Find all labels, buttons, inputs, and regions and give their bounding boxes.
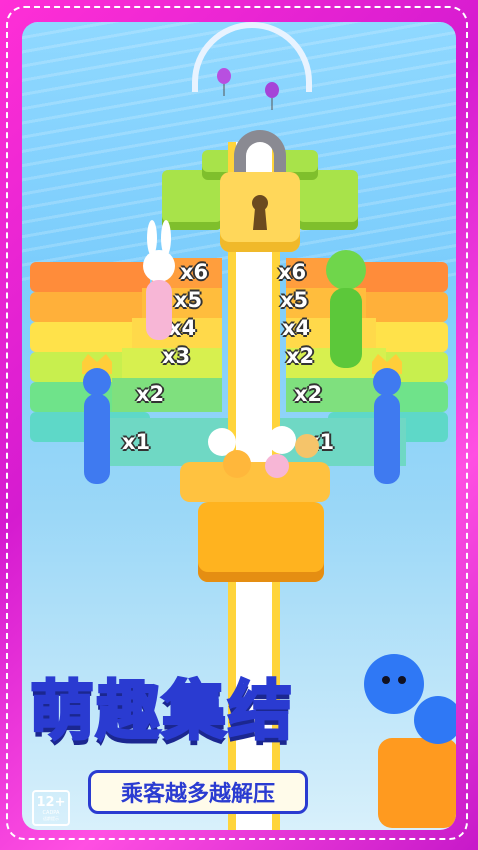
age-rating-label: 12+: [36, 794, 66, 810]
balloon-icon: [217, 68, 231, 96]
coaster-cart: [198, 502, 324, 582]
multiplier-label-right: x6: [278, 260, 307, 284]
promo-subtitle: 乘客越多越解压: [120, 782, 275, 807]
promo-subtitle-badge: 乘客越多越解压: [88, 770, 308, 814]
promo-title: 萌趣集结: [29, 674, 294, 751]
blue-character-left: [82, 354, 112, 484]
keyhole-icon: [252, 195, 268, 230]
stand-row: [30, 262, 150, 292]
multiplier-label-right: x5: [280, 288, 309, 312]
bunny-character: [143, 220, 175, 340]
promo-frame: x6 x5 x4 x3 x2 x1 x6 x5 x4 x2 x2 x1 萌趣集结…: [0, 0, 478, 850]
multiplier-label-right: x4: [282, 316, 311, 340]
passenger-group: [208, 422, 319, 478]
promo-title-area: 萌趣集结: [29, 660, 390, 760]
blue-character-right: [372, 354, 402, 484]
multiplier-label-right: x2: [286, 344, 315, 368]
balloon-icon: [265, 82, 279, 110]
age-rating-badge: 12+ CADPA 适龄提示: [32, 790, 70, 826]
multiplier-label-left: x1: [122, 430, 151, 454]
multiplier-label-left: x2: [136, 382, 165, 406]
multiplier-label-left: x6: [180, 260, 209, 284]
age-rating-note: 适龄提示: [43, 815, 59, 821]
